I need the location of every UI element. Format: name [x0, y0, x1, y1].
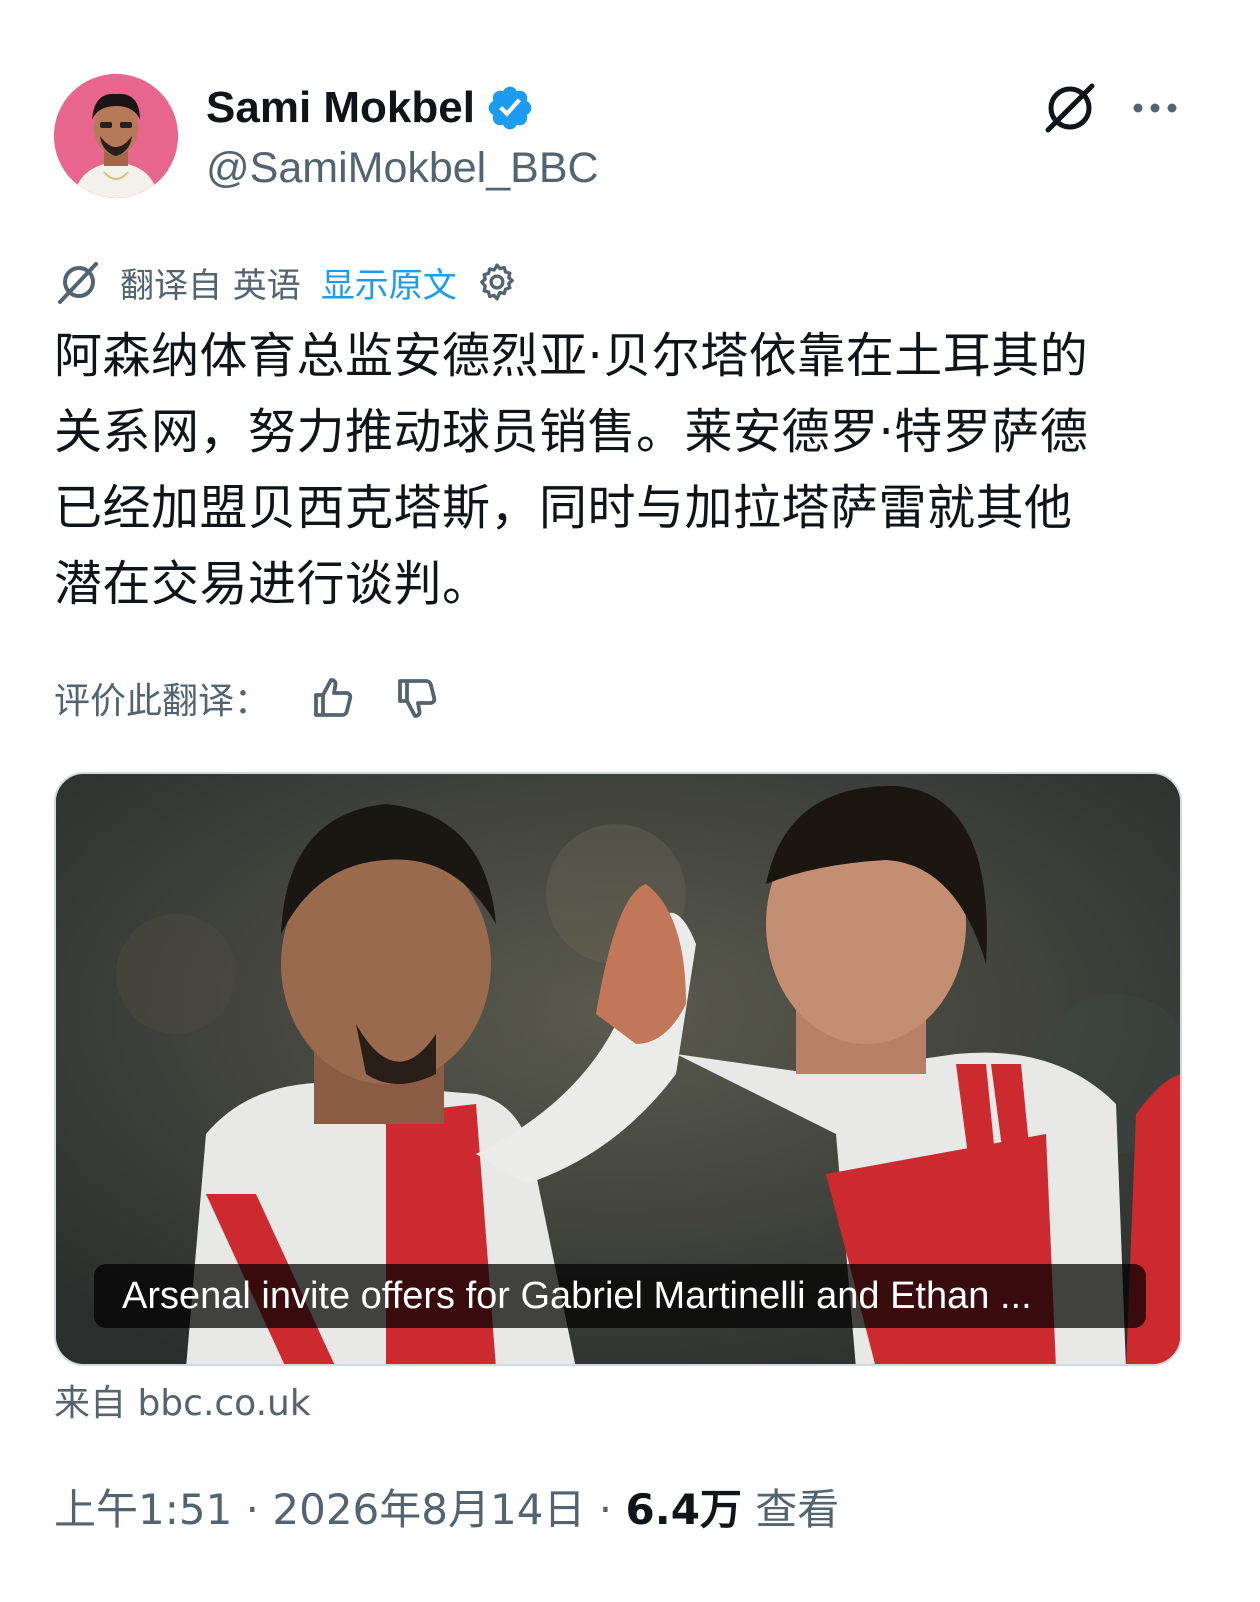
- link-preview-card[interactable]: Arsenal invite offers for Gabriel Martin…: [54, 772, 1182, 1366]
- tweet-text: 阿森纳体育总监安德烈亚·贝尔塔依靠在土耳其的 关系网，努力推动球员销售。莱安德罗…: [54, 318, 1194, 622]
- tweet-meta: 上午1:51 · 2026年8月14日 · 6.4万 查看: [54, 1478, 839, 1542]
- tweet-header: Sami Mokbel @SamiMokbel_BBC: [54, 74, 1204, 204]
- translation-bar: 翻译自 英语 显示原文: [54, 256, 519, 308]
- grok-icon[interactable]: [1042, 80, 1098, 136]
- thumbs-up-icon[interactable]: [310, 674, 358, 722]
- tweet-text-line: 阿森纳体育总监安德烈亚·贝尔塔依靠在土耳其的: [54, 328, 1089, 384]
- tweet-text-line: 已经加盟贝西克塔斯，同时与加拉塔萨雷就其他: [54, 480, 1073, 536]
- author-name-row[interactable]: Sami Mokbel: [206, 82, 535, 134]
- thumbs-down-icon[interactable]: [394, 674, 442, 722]
- translate-icon: [58, 262, 98, 304]
- avatar[interactable]: [54, 74, 178, 198]
- display-name[interactable]: Sami Mokbel: [206, 83, 475, 133]
- view-count-label: 查看: [741, 1485, 840, 1534]
- tweet-text-line: 关系网，努力推动球员销售。莱安德罗·特罗萨德: [54, 404, 1089, 460]
- gear-icon[interactable]: [475, 260, 519, 304]
- view-count: 6.4万: [625, 1485, 742, 1534]
- show-original-link[interactable]: 显示原文: [321, 258, 457, 307]
- tweet-date[interactable]: 2026年8月14日: [272, 1485, 585, 1534]
- more-icon[interactable]: [1130, 88, 1180, 128]
- link-source[interactable]: 来自 bbc.co.uk: [54, 1380, 311, 1428]
- translated-from-label: 翻译自 英语: [120, 265, 301, 306]
- rate-translation: 评价此翻译：: [54, 668, 442, 728]
- rate-translation-label: 评价此翻译：: [54, 681, 271, 722]
- author-handle[interactable]: @SamiMokbel_BBC: [206, 144, 599, 193]
- link-card-title[interactable]: Arsenal invite offers for Gabriel Martin…: [94, 1264, 1146, 1328]
- meta-separator: ·: [585, 1485, 626, 1534]
- tweet-time[interactable]: 上午1:51: [54, 1485, 232, 1534]
- meta-separator: ·: [232, 1485, 273, 1534]
- tweet-text-line: 潜在交易进行谈判。: [54, 556, 491, 612]
- verified-badge-icon: [488, 86, 532, 130]
